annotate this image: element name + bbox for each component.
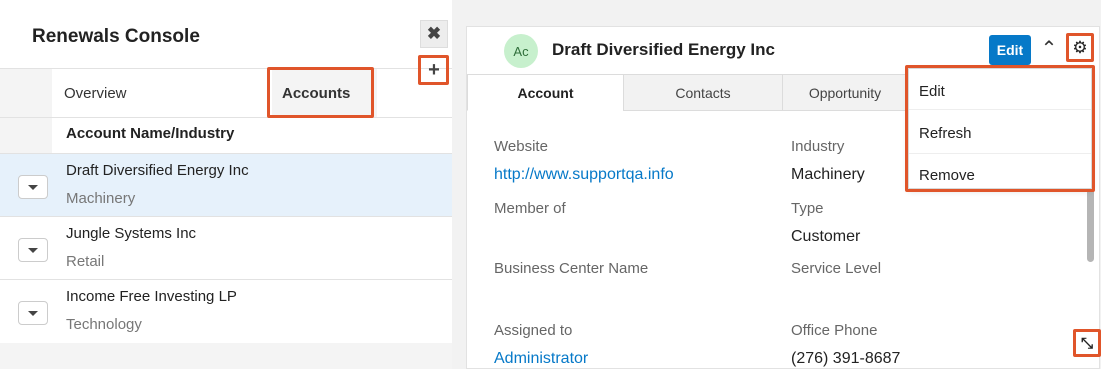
- chevron-down-icon: [28, 310, 38, 316]
- type-value: Customer: [791, 228, 861, 245]
- edit-button[interactable]: Edit: [989, 35, 1031, 65]
- dashlet-title[interactable]: Draft Diversified Energy Inc: [552, 40, 775, 60]
- tab-contacts[interactable]: Contacts: [623, 74, 783, 111]
- gear-icon[interactable]: ⚙: [1069, 37, 1091, 59]
- account-name[interactable]: Jungle Systems Inc: [66, 225, 196, 242]
- list-footer: [0, 343, 452, 369]
- chevron-down-icon: [28, 247, 38, 253]
- service-level-label: Service Level: [791, 260, 882, 277]
- assigned-to-link[interactable]: Administrator: [494, 350, 588, 368]
- divider: [0, 117, 452, 118]
- list-item[interactable]: Draft Diversified Energy Inc Machinery: [0, 153, 452, 216]
- divider: [909, 153, 1091, 154]
- avatar: Ac: [504, 34, 538, 68]
- console-panel: Renewals Console Overview Accounts Accou…: [0, 0, 452, 369]
- tab-account[interactable]: Account: [467, 74, 624, 111]
- tab-overview[interactable]: Overview: [64, 85, 127, 102]
- scrollbar-thumb[interactable]: [1087, 182, 1094, 262]
- close-icon: ✖: [426, 24, 442, 43]
- account-industry: Retail: [66, 253, 105, 270]
- industry-label: Industry: [791, 138, 845, 155]
- office-phone-value: (276) 391-8687: [791, 350, 901, 367]
- console-tabs: Overview Accounts: [52, 69, 452, 117]
- console-title: Renewals Console: [32, 26, 200, 47]
- chevron-down-icon: [28, 184, 38, 190]
- account-industry: Technology: [66, 316, 142, 333]
- gutter: [0, 69, 52, 154]
- dashlet-actions-menu: Edit Refresh Remove: [908, 68, 1092, 189]
- row-actions-dropdown[interactable]: [18, 175, 48, 199]
- chevron-up-icon[interactable]: ⌃: [1040, 36, 1058, 60]
- row-actions-dropdown[interactable]: [18, 301, 48, 325]
- menu-item-edit[interactable]: Edit: [919, 83, 945, 100]
- resize-icon[interactable]: ⤡: [1075, 331, 1099, 355]
- account-industry: Machinery: [66, 190, 136, 207]
- type-label: Type: [791, 200, 824, 217]
- close-tab-button[interactable]: ✖: [420, 20, 448, 48]
- menu-item-remove[interactable]: Remove: [919, 167, 975, 184]
- list-item[interactable]: Jungle Systems Inc Retail: [0, 216, 452, 279]
- menu-item-refresh[interactable]: Refresh: [919, 125, 972, 142]
- business-center-label: Business Center Name: [494, 260, 649, 277]
- divider: [909, 109, 1091, 110]
- website-link[interactable]: http://www.supportqa.info: [494, 166, 674, 184]
- member-of-label: Member of: [494, 200, 566, 217]
- assigned-to-label: Assigned to: [494, 322, 573, 339]
- plus-icon: +: [428, 58, 440, 81]
- tab-opportunity[interactable]: Opportunity: [782, 74, 908, 111]
- account-name[interactable]: Draft Diversified Energy Inc: [66, 162, 249, 179]
- column-header-account-name-industry[interactable]: Account Name/Industry: [66, 125, 234, 142]
- row-actions-dropdown[interactable]: [18, 238, 48, 262]
- list-item[interactable]: Income Free Investing LP Technology: [0, 279, 452, 342]
- tab-accounts[interactable]: Accounts: [272, 69, 377, 117]
- office-phone-label: Office Phone: [791, 322, 878, 339]
- website-label: Website: [494, 138, 548, 155]
- account-name[interactable]: Income Free Investing LP: [66, 288, 237, 305]
- industry-value: Machinery: [791, 166, 865, 183]
- add-tab-button[interactable]: +: [422, 58, 446, 82]
